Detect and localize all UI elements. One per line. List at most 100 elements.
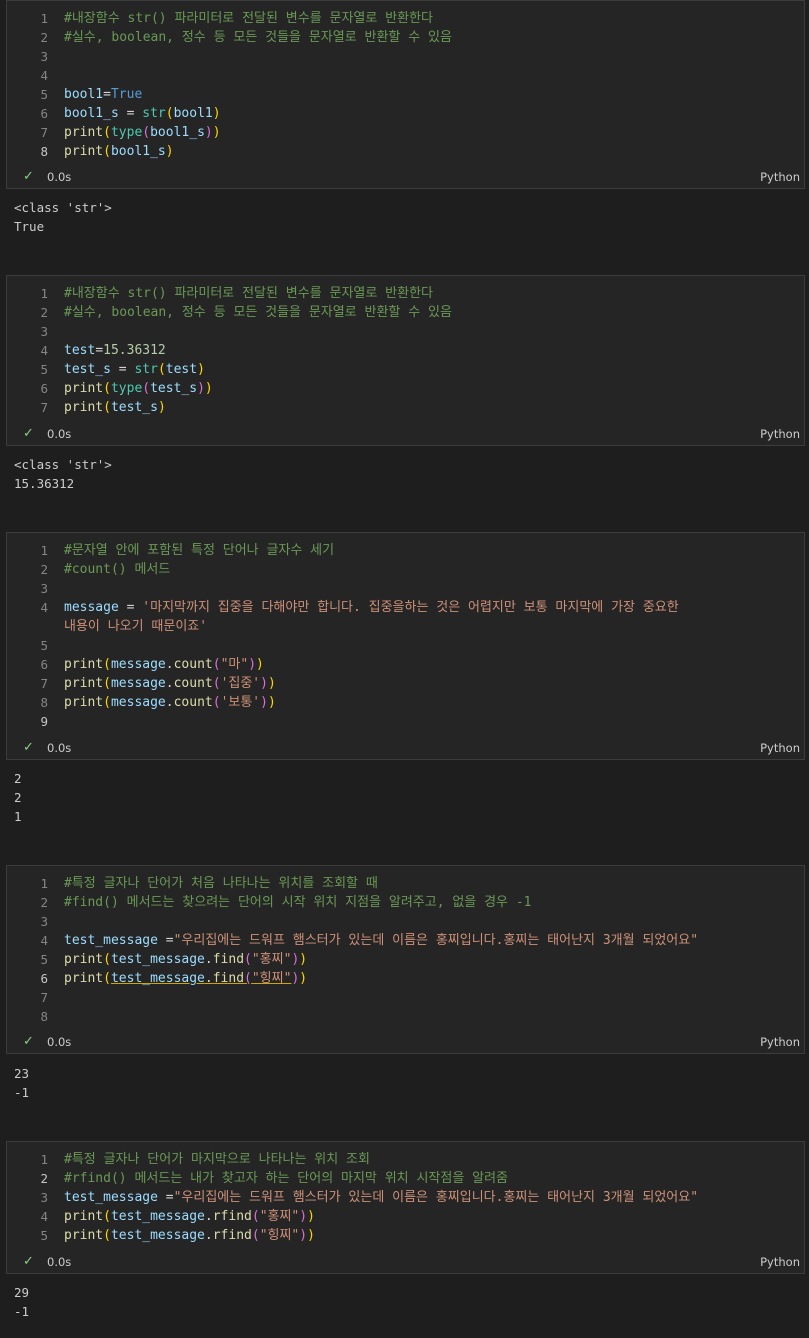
code-text: 내용이 나오기 때문이죠' — [64, 617, 207, 636]
code-line[interactable]: 7 print(test_s) — [7, 398, 804, 417]
code-line[interactable]: 8 print(message.count('보통')) — [7, 693, 804, 712]
code-token: = — [103, 87, 111, 102]
language-label[interactable]: Python — [760, 427, 800, 441]
code-token: test_message — [110, 952, 205, 967]
code-line[interactable]: 2 #rfind() 메서드는 내가 찾고자 하는 단어의 마지막 위치 시작점을… — [7, 1169, 804, 1188]
cell-editor[interactable]: 1 #내장함수 str() 파라미터로 전달된 변수를 문자열로 반환한다 2 #실수… — [7, 1, 804, 161]
code-token: message — [64, 600, 119, 615]
code-token: ) — [299, 1209, 308, 1224]
code-token: "홍찌" — [251, 952, 292, 967]
code-token: ( — [212, 695, 221, 710]
code-text: bool1=True — [64, 85, 142, 104]
code-line[interactable]: 6 print(type(test_s)) — [7, 379, 804, 398]
code-token: #특정 글자나 단어가 마지막으로 나타나는 위치 조회 — [64, 1152, 370, 1167]
code-cell-3[interactable]: 1 #문자열 안에 포함된 특정 단어나 글자수 세기 2 #count() 메서드 3… — [6, 532, 805, 760]
code-line[interactable]: 2 #실수, boolean, 정수 등 모든 것들을 문자열로 반환할 수 있음 — [7, 303, 804, 322]
code-token: test_s — [150, 381, 198, 396]
cell-editor[interactable]: 1 #문자열 안에 포함된 특정 단어나 글자수 세기 2 #count() 메서드 3… — [7, 533, 804, 731]
cell-output-1: <class 'str'> True — [14, 200, 112, 234]
code-line[interactable]: 5 bool1=True — [7, 85, 804, 104]
code-token: ( — [103, 1209, 111, 1224]
code-token: rfind — [212, 1228, 252, 1243]
code-line[interactable]: 1 #문자열 안에 포함된 특정 단어나 글자수 세기 — [7, 541, 804, 560]
code-token: ( — [103, 381, 111, 396]
code-line[interactable]: 4 — [7, 66, 804, 85]
code-cell-4[interactable]: 1 #특정 글자나 단어가 처음 나타나는 위치를 조회할 때 2 #find() 메… — [6, 865, 805, 1054]
cell-editor[interactable]: 1 #특정 글자나 단어가 처음 나타나는 위치를 조회할 때 2 #find() 메… — [7, 866, 804, 1026]
execution-time: 0.0s — [47, 1035, 72, 1049]
code-line[interactable]: 2 #실수, boolean, 정수 등 모든 것들을 문자열로 반환할 수 있음 — [7, 28, 804, 47]
code-token: message — [110, 657, 166, 672]
code-token: . — [204, 1209, 213, 1224]
code-line[interactable]: 4 test=15.36312 — [7, 341, 804, 360]
code-line[interactable]: 내용이 나오기 때문이죠' — [7, 617, 804, 636]
code-line[interactable]: 3 — [7, 912, 804, 931]
code-line[interactable]: 2 #find() 메서드는 찾으려는 단어의 시작 위치 지점을 알려주고, 없… — [7, 893, 804, 912]
code-token: ) — [299, 952, 308, 967]
code-line[interactable]: 6 print(message.count("마")) — [7, 655, 804, 674]
code-token: print — [64, 125, 104, 140]
code-token: = — [157, 1190, 174, 1205]
code-text: test_s = str(test) — [64, 360, 205, 379]
code-line[interactable]: 3 — [7, 47, 804, 66]
code-text: message = '마지막까지 집중을 다해야만 합니다. 집중을하는 것은 … — [64, 598, 679, 617]
code-line[interactable]: 6 bool1_s = str(bool1) — [7, 104, 804, 123]
code-line[interactable]: 4 test_message ="우리집에는 드워프 햄스터가 있는데 이름은 홍… — [7, 931, 804, 950]
code-line[interactable]: 5 print(test_message.rfind("힝찌")) — [7, 1226, 804, 1245]
check-icon: ✓ — [23, 1254, 34, 1269]
code-cell-5[interactable]: 1 #특정 글자나 단어가 마지막으로 나타나는 위치 조회 2 #rfind() 메… — [6, 1141, 805, 1274]
code-line[interactable]: 7 — [7, 988, 804, 1007]
line-number: 5 — [40, 1228, 48, 1243]
code-line[interactable]: 1 #내장함수 str() 파라미터로 전달된 변수를 문자열로 반환한다 — [7, 284, 804, 303]
code-token: rfind — [212, 1209, 252, 1224]
code-line[interactable]: 3 — [7, 579, 804, 598]
code-line[interactable]: 4 print(test_message.rfind("홍찌")) — [7, 1207, 804, 1226]
code-text: print(test_message.rfind("힝찌")) — [64, 1226, 315, 1245]
language-label[interactable]: Python — [760, 741, 800, 755]
language-label[interactable]: Python — [760, 1255, 800, 1269]
language-label[interactable]: Python — [760, 170, 800, 184]
code-cell-2[interactable]: 1 #내장함수 str() 파라미터로 전달된 변수를 문자열로 반환한다 2 #실수… — [6, 275, 805, 446]
code-token: ( — [103, 676, 111, 691]
code-line[interactable]: 5 test_s = str(test) — [7, 360, 804, 379]
code-text: print(type(bool1_s)) — [64, 123, 221, 142]
code-line[interactable]: 4 message = '마지막까지 집중을 다해야만 합니다. 집중을하는 것은… — [7, 598, 804, 617]
code-token: "홍찌" — [259, 1209, 300, 1224]
code-line[interactable]: 8 — [7, 1007, 804, 1026]
code-line[interactable]: 1 #특정 글자나 단어가 마지막으로 나타나는 위치 조회 — [7, 1150, 804, 1169]
code-token: "우리집에는 드워프 햄스터가 있는데 이름은 홍찌입니다.홍찌는 태어난지 3… — [173, 933, 699, 948]
code-text: #실수, boolean, 정수 등 모든 것들을 문자열로 반환할 수 있음 — [64, 303, 452, 322]
cell-editor[interactable]: 1 #특정 글자나 단어가 마지막으로 나타나는 위치 조회 2 #rfind() 메… — [7, 1142, 804, 1245]
code-line[interactable]: 1 #내장함수 str() 파라미터로 전달된 변수를 문자열로 반환한다 — [7, 9, 804, 28]
code-token: test_message — [110, 971, 205, 986]
code-token: "힝찌" — [251, 971, 292, 986]
code-line[interactable]: 6 print(test_message.find("힝찌")) — [7, 969, 804, 988]
line-number: 8 — [40, 144, 48, 159]
code-line[interactable]: 1 #특정 글자나 단어가 처음 나타나는 위치를 조회할 때 — [7, 874, 804, 893]
cell-editor[interactable]: 1 #내장함수 str() 파라미터로 전달된 변수를 문자열로 반환한다 2 #실수… — [7, 276, 804, 417]
code-line[interactable]: 9 — [7, 712, 804, 731]
code-token: message — [110, 695, 166, 710]
code-line[interactable]: 3 — [7, 322, 804, 341]
code-cell-1[interactable]: 1 #내장함수 str() 파라미터로 전달된 변수를 문자열로 반환한다 2 #실수… — [6, 0, 805, 189]
language-label[interactable]: Python — [760, 1035, 800, 1049]
code-token: test_message — [110, 1209, 205, 1224]
code-token: ( — [103, 400, 111, 415]
code-line[interactable]: 3 test_message ="우리집에는 드워프 햄스터가 있는데 이름은 홍… — [7, 1188, 804, 1207]
code-line[interactable]: 7 print(type(bool1_s)) — [7, 123, 804, 142]
code-token: ) — [204, 125, 213, 140]
code-line[interactable]: 2 #count() 메서드 — [7, 560, 804, 579]
code-token: ) — [212, 106, 221, 121]
code-line[interactable]: 8 print(bool1_s) — [7, 142, 804, 161]
line-number: 1 — [40, 1152, 48, 1167]
code-token: #특정 글자나 단어가 처음 나타나는 위치를 조회할 때 — [64, 876, 378, 891]
code-line[interactable]: 5 — [7, 636, 804, 655]
line-number: 8 — [40, 1009, 48, 1024]
line-number: 6 — [40, 657, 48, 672]
code-token: ( — [142, 381, 151, 396]
code-token: #count() 메서드 — [64, 562, 171, 577]
code-line[interactable]: 7 print(message.count('집중')) — [7, 674, 804, 693]
code-token: ) — [267, 695, 276, 710]
execution-time: 0.0s — [47, 1255, 72, 1269]
code-line[interactable]: 5 print(test_message.find("홍찌")) — [7, 950, 804, 969]
